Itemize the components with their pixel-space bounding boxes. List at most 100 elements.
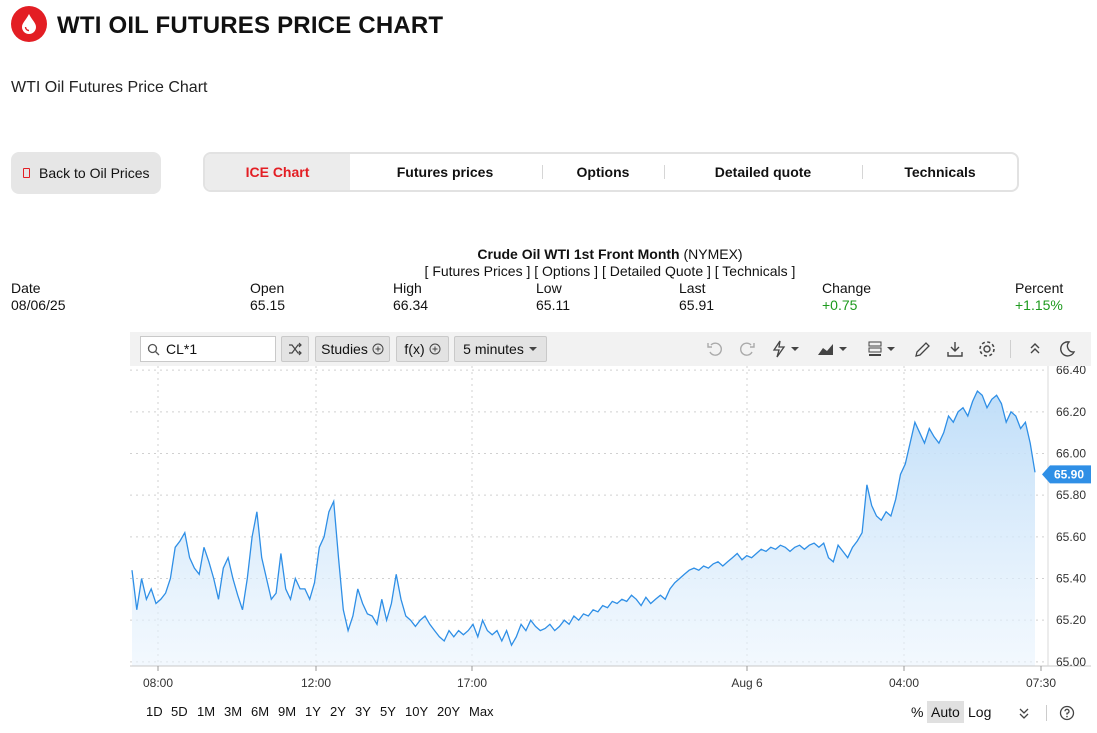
plus-circle-icon (429, 343, 441, 355)
range-20y[interactable]: 20Y (437, 704, 460, 719)
x-tick-label: Aug 6 (731, 676, 763, 690)
expand-down-icon[interactable] (1017, 706, 1031, 720)
tab-ice-chart[interactable]: ICE Chart (205, 154, 350, 190)
back-icon (23, 168, 30, 178)
y-tick-label: 66.00 (1056, 447, 1086, 461)
quote-high: High 66.34 (393, 280, 428, 314)
chart-tabs: ICE Chart Futures prices Options Detaile… (203, 152, 1019, 192)
quote-percent: Percent +1.15% (1015, 280, 1063, 314)
gear-icon[interactable] (977, 339, 997, 359)
back-button-label: Back to Oil Prices (39, 165, 150, 181)
y-tick-label: 65.20 (1056, 613, 1086, 627)
collapse-icon[interactable] (1025, 339, 1045, 359)
x-axis-ticks: 08:00 12:00 17:00 Aug 6 04:00 07:30 (143, 666, 1056, 690)
last-value-marker: 65.90 (1042, 465, 1091, 484)
x-tick-label: 08:00 (143, 676, 173, 690)
functions-button[interactable]: f(x) (396, 336, 449, 362)
quote-last-label: Last (679, 280, 706, 296)
range-1m[interactable]: 1M (197, 704, 215, 719)
last-value-label: 65.90 (1054, 467, 1084, 481)
x-tick-label: 12:00 (301, 676, 331, 690)
brand-logo (11, 6, 47, 42)
interval-label: 5 minutes (463, 341, 524, 357)
tab-detailed-quote[interactable]: Detailed quote (665, 154, 861, 190)
price-chart[interactable]: 66.40 66.20 66.00 65.80 65.60 65.40 65.20 65.00… (130, 366, 1091, 696)
symbol-input[interactable]: CL*1 (140, 336, 276, 362)
range-2y[interactable]: 2Y (330, 704, 346, 719)
range-max[interactable]: Max (469, 704, 494, 719)
y-axis-ticks: 66.40 66.20 66.00 65.80 65.60 65.40 65.20 65.00 (1056, 366, 1086, 669)
quote-date: Date 08/06/25 (11, 280, 66, 314)
y-tick-label: 66.20 (1056, 405, 1086, 419)
redo-icon[interactable] (737, 339, 757, 359)
oil-drop-icon (22, 14, 36, 34)
quote-change: Change +0.75 (822, 280, 871, 314)
interval-select[interactable]: 5 minutes (454, 336, 547, 362)
quote-date-value: 08/06/25 (11, 297, 66, 313)
caret-down-icon (528, 347, 537, 351)
fx-label: f(x) (404, 341, 425, 357)
x-tick-label: 04:00 (889, 676, 919, 690)
y-tick-label: 65.00 (1056, 655, 1086, 669)
page-title: WTI OIL FUTURES PRICE CHART (57, 12, 444, 39)
quote-change-value: +0.75 (822, 297, 858, 313)
quote-percent-label: Percent (1015, 280, 1064, 296)
y-tick-label: 65.80 (1056, 488, 1086, 502)
symbol-value: CL*1 (166, 341, 198, 357)
quote-high-value: 66.34 (393, 297, 429, 313)
tab-futures-prices[interactable]: Futures prices (350, 154, 540, 190)
x-tick-label: 17:00 (457, 676, 487, 690)
quote-low: Low 65.11 (536, 280, 570, 314)
quote-change-label: Change (822, 280, 872, 296)
help-icon[interactable] (1059, 705, 1075, 721)
range-10y[interactable]: 10Y (405, 704, 428, 719)
quote-date-label: Date (11, 280, 41, 296)
chart-toolbar: CL*1 Studies f(x) 5 minutes (130, 332, 1091, 366)
auto-scale-toggle[interactable]: Auto (927, 701, 964, 723)
moon-icon[interactable] (1057, 339, 1077, 359)
range-1d[interactable]: 1D (146, 704, 163, 719)
range-5d[interactable]: 5D (171, 704, 188, 719)
quote-open-label: Open (250, 280, 285, 296)
download-icon[interactable] (945, 339, 965, 359)
control-divider (1046, 705, 1047, 721)
y-tick-label: 65.60 (1056, 530, 1086, 544)
tab-technicals[interactable]: Technicals (863, 154, 1017, 190)
range-1y[interactable]: 1Y (305, 704, 321, 719)
toolbar-divider (1010, 340, 1011, 358)
range-3m[interactable]: 3M (224, 704, 242, 719)
pencil-icon[interactable] (913, 339, 933, 359)
range-5y[interactable]: 5Y (380, 704, 396, 719)
page-subtitle: WTI Oil Futures Price Chart (11, 79, 208, 96)
quote-low-value: 65.11 (536, 297, 570, 313)
instrument-name: Crude Oil WTI 1st Front Month (477, 246, 680, 262)
lightning-icon[interactable] (770, 339, 802, 359)
x-tick-label: 07:30 (1026, 676, 1056, 690)
search-icon (147, 343, 160, 355)
plus-circle-icon (372, 343, 384, 355)
log-scale-toggle[interactable]: Log (968, 704, 991, 720)
price-area (132, 391, 1035, 666)
range-3y[interactable]: 3Y (355, 704, 371, 719)
tab-options[interactable]: Options (543, 154, 663, 190)
range-6m[interactable]: 6M (251, 704, 269, 719)
percent-scale-toggle[interactable]: % (911, 704, 923, 720)
quote-percent-value: +1.15% (1015, 297, 1063, 313)
studies-button[interactable]: Studies (315, 336, 390, 362)
layout-icon[interactable] (867, 339, 899, 359)
quote-last: Last 65.91 (679, 280, 714, 314)
instrument-links[interactable]: [ Futures Prices ] [ Options ] [ Detaile… (0, 263, 1097, 279)
studies-label: Studies (321, 341, 368, 357)
quote-open: Open 65.15 (250, 280, 285, 314)
quote-open-value: 65.15 (250, 297, 286, 313)
quote-low-label: Low (536, 280, 562, 296)
back-to-oil-prices-button[interactable]: Back to Oil Prices (11, 152, 161, 194)
instrument-exchange: (NYMEX) (683, 246, 743, 262)
chart-style-icon[interactable] (816, 339, 850, 359)
y-tick-label: 65.40 (1056, 572, 1086, 586)
range-9m[interactable]: 9M (278, 704, 296, 719)
undo-icon[interactable] (705, 339, 725, 359)
quote-high-label: High (393, 280, 422, 296)
quote-last-value: 65.91 (679, 297, 715, 313)
compare-button[interactable] (281, 336, 309, 362)
